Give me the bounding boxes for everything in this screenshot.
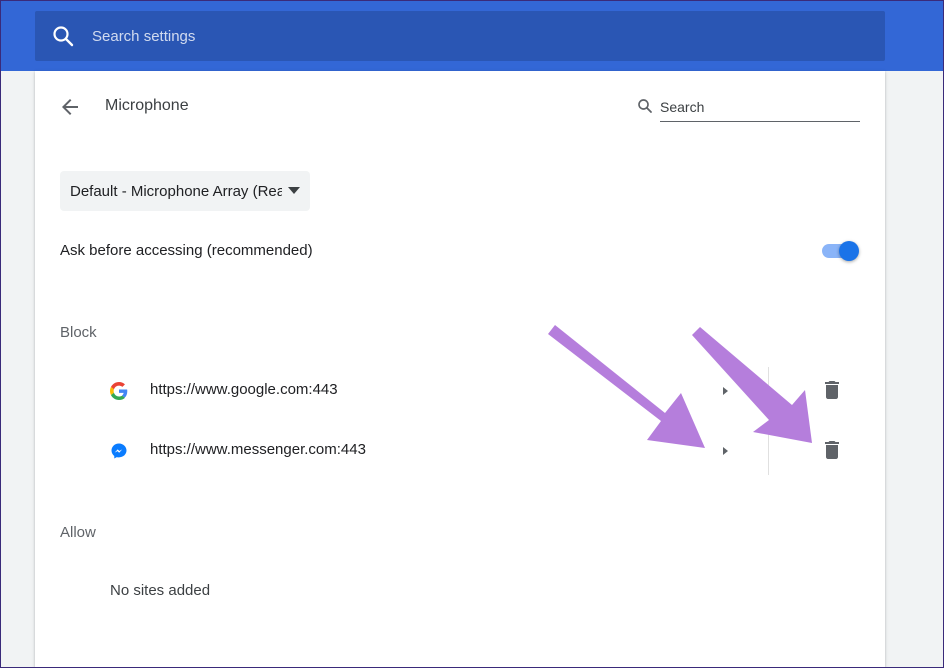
messenger-icon <box>111 443 127 459</box>
page-title: Microphone <box>105 97 189 114</box>
settings-search-input[interactable] <box>92 23 852 49</box>
block-section-label: Block <box>60 324 97 341</box>
site-search-input[interactable] <box>660 93 860 122</box>
no-sites-text: No sites added <box>110 582 211 599</box>
site-url: https://www.messenger.com:443 <box>150 441 366 458</box>
row-divider <box>768 427 769 475</box>
arrow-right-icon[interactable] <box>718 444 732 458</box>
ask-before-accessing-toggle[interactable] <box>820 240 860 262</box>
block-site-row-messenger[interactable]: https://www.messenger.com:443 <box>110 427 860 490</box>
search-icon[interactable] <box>636 97 654 115</box>
row-divider <box>768 367 769 415</box>
delete-trash-icon[interactable] <box>820 378 844 402</box>
block-site-row-google[interactable]: https://www.google.com:443 <box>110 367 860 430</box>
chevron-down-icon <box>288 187 300 194</box>
settings-search-box[interactable] <box>35 11 885 61</box>
arrow-back-icon[interactable] <box>58 95 82 119</box>
toggle-knob <box>839 241 859 261</box>
device-select-value: Default - Microphone Array (Realtek High… <box>70 182 282 200</box>
google-icon <box>110 382 128 400</box>
search-icon <box>53 26 74 47</box>
ask-before-accessing-label: Ask before accessing (recommended) <box>60 242 313 259</box>
delete-trash-icon[interactable] <box>820 438 844 462</box>
allow-section-label: Allow <box>60 524 96 541</box>
microphone-device-select[interactable]: Default - Microphone Array (Realtek High… <box>60 171 310 211</box>
site-url: https://www.google.com:443 <box>150 381 338 398</box>
arrow-right-icon[interactable] <box>718 384 732 398</box>
